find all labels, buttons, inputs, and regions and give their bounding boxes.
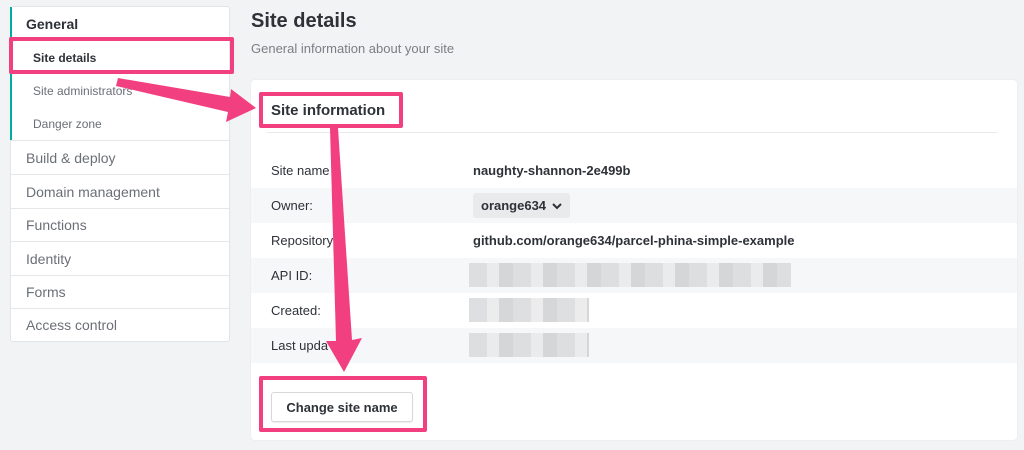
arrow-to-change-button bbox=[326, 128, 362, 372]
annotation-arrows bbox=[116, 78, 362, 372]
arrow-to-site-information bbox=[116, 78, 256, 122]
